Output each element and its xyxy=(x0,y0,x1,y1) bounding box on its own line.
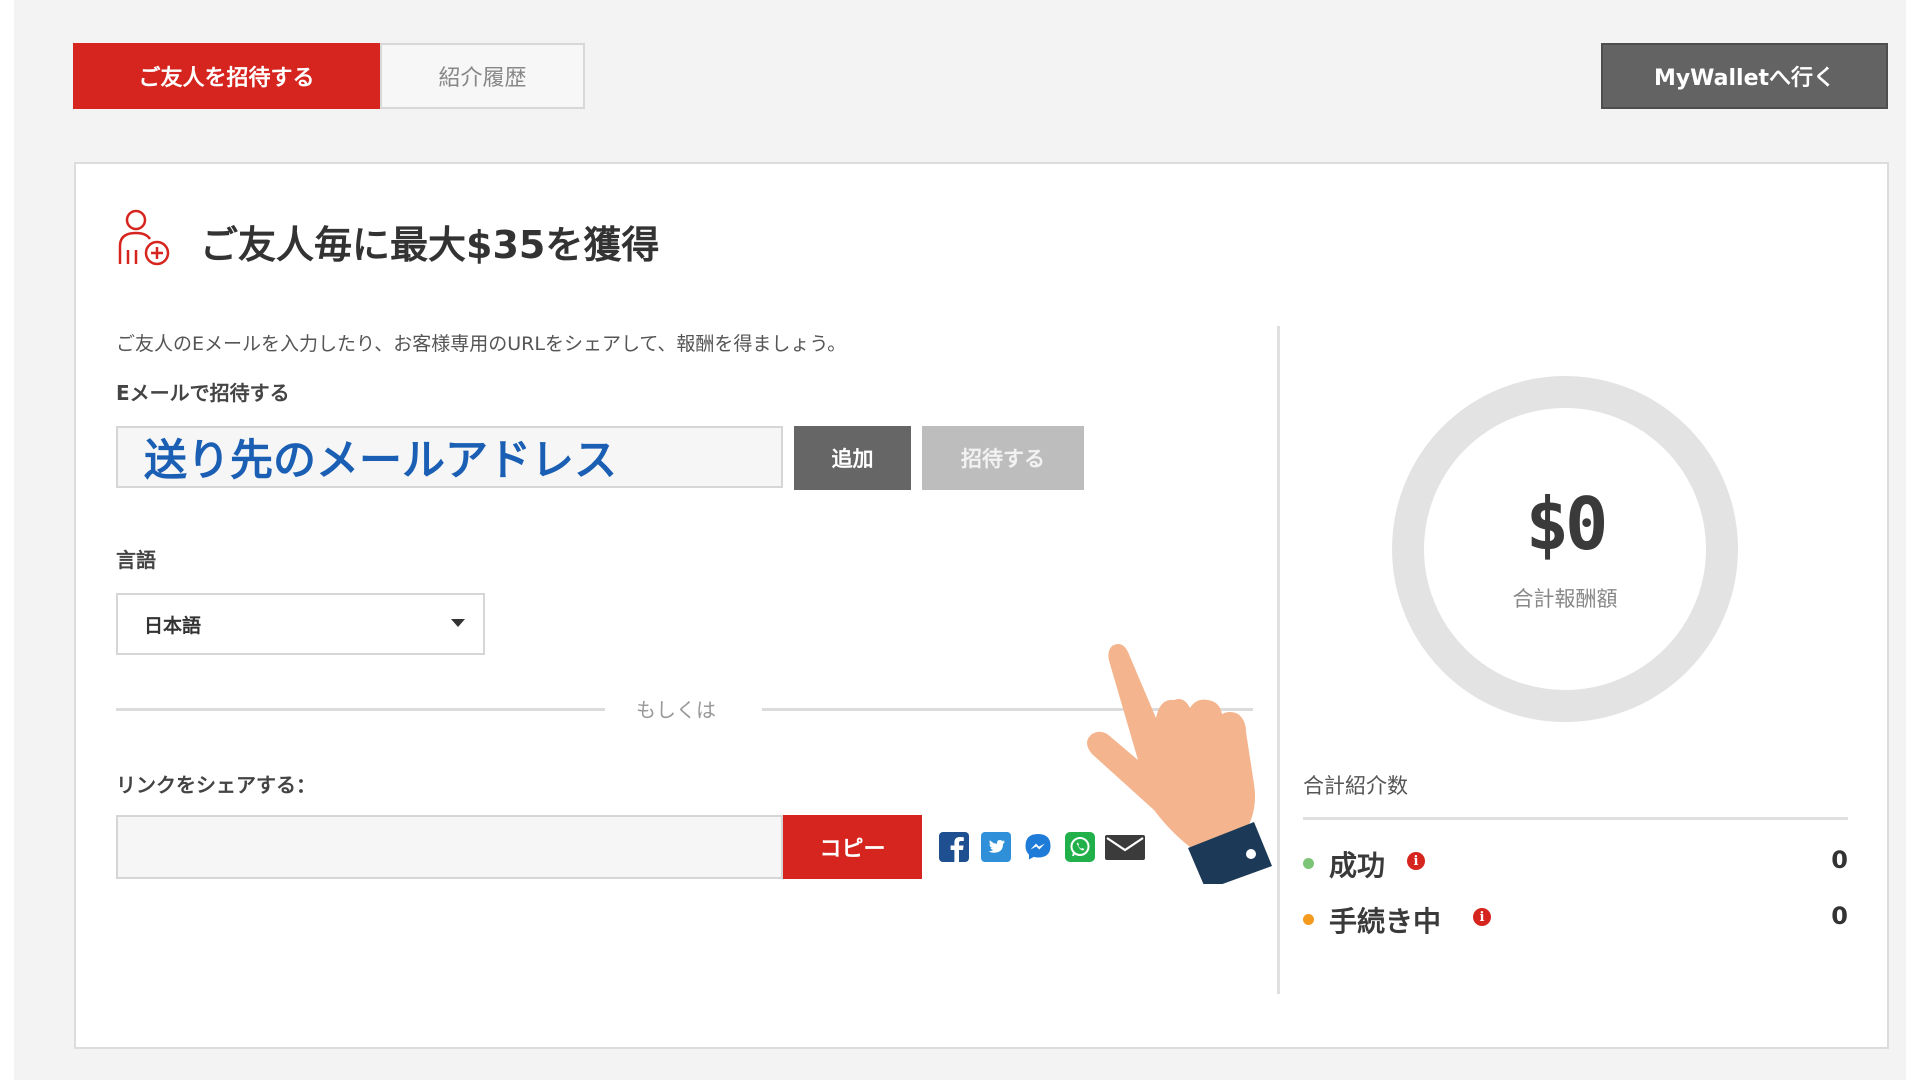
page-background: ご友人を招待する 紹介履歴 MyWalletへ行く ご友人毎に最大$35を獲得 … xyxy=(14,0,1906,1080)
language-select[interactable]: 日本語 xyxy=(116,593,485,655)
card-title: ご友人毎に最大$35を獲得 xyxy=(200,223,660,267)
divider xyxy=(1303,817,1848,820)
divider xyxy=(116,708,605,711)
tab-invite-friends[interactable]: ご友人を招待する xyxy=(73,43,380,109)
add-button[interactable]: 追加 xyxy=(794,426,911,490)
info-icon[interactable]: i xyxy=(1407,852,1425,870)
status-value: 0 xyxy=(1831,902,1848,930)
total-reward-amount: $0 xyxy=(1525,482,1609,566)
go-to-mywallet-button[interactable]: MyWalletへ行く xyxy=(1601,43,1888,109)
total-referrals-title: 合計紹介数 xyxy=(1303,774,1408,798)
caret-down-icon xyxy=(451,619,465,627)
language-selected-value: 日本語 xyxy=(144,614,202,637)
success-dot xyxy=(1303,858,1314,869)
status-row-success: 成功 i 0 xyxy=(1303,844,1848,884)
pending-dot xyxy=(1303,914,1314,925)
invite-button[interactable]: 招待する xyxy=(922,426,1084,490)
status-row-pending: 手続き中 i 0 xyxy=(1303,900,1848,940)
copy-button[interactable]: コピー xyxy=(783,815,922,879)
intro-text: ご友人のEメールを入力したり、お客様専用のURLをシェアして、報酬を得ましょう。 xyxy=(116,333,847,355)
email-section-label: Eメールで招待する xyxy=(116,381,290,405)
status-label: 手続き中 xyxy=(1329,905,1442,938)
total-reward-label: 合計報酬額 xyxy=(1512,587,1618,611)
twitter-icon[interactable] xyxy=(980,831,1012,863)
facebook-icon[interactable] xyxy=(938,831,970,863)
pointing-hand-icon xyxy=(1087,644,1272,884)
status-value: 0 xyxy=(1831,846,1848,874)
tab-referral-history[interactable]: 紹介履歴 xyxy=(380,43,585,109)
language-label: 言語 xyxy=(116,548,156,572)
or-separator-text: もしくは xyxy=(636,698,716,722)
share-link-input[interactable] xyxy=(116,815,783,879)
email-input[interactable]: 送り先のメールアドレス xyxy=(116,426,783,488)
share-link-label: リンクをシェアする： xyxy=(116,773,316,797)
messenger-icon[interactable] xyxy=(1022,831,1054,863)
add-friend-icon xyxy=(118,209,170,266)
referral-card: ご友人毎に最大$35を獲得 ご友人のEメールを入力したり、お客様専用のURLをシ… xyxy=(74,162,1889,1049)
info-icon[interactable]: i xyxy=(1473,908,1491,926)
status-label: 成功 xyxy=(1329,849,1386,882)
email-input-value: 送り先のメールアドレス xyxy=(144,436,617,486)
